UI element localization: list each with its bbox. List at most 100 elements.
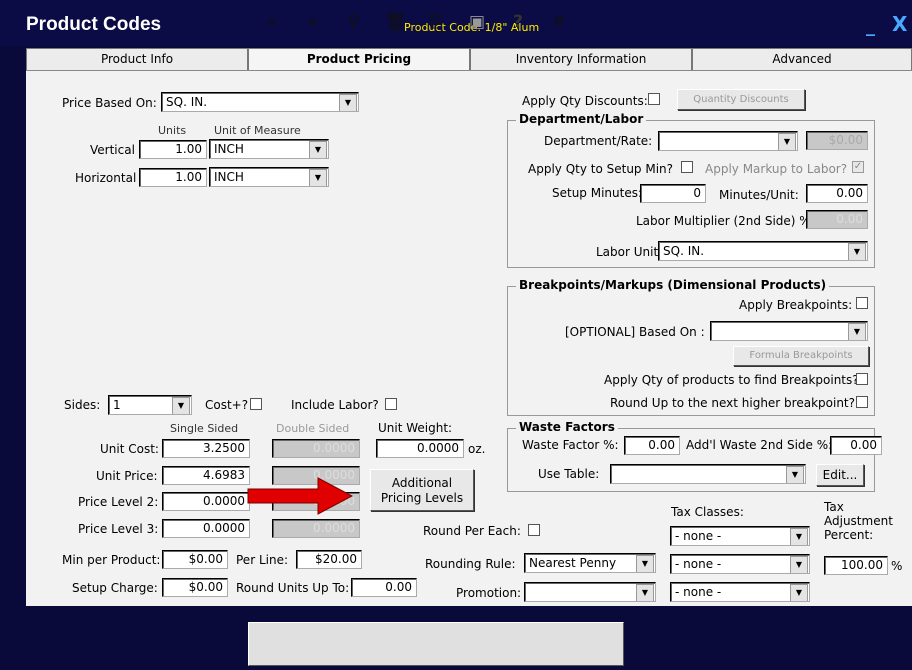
apply-markup-label: Apply Markup to Labor? <box>705 162 848 176</box>
round-up-breakpoint-checkbox[interactable] <box>856 396 868 408</box>
apply-qty-discounts-label: Apply Qty Discounts: <box>522 94 648 108</box>
setup-charge-input[interactable]: $0.00 <box>162 578 228 597</box>
close-x-icon[interactable]: ✕ <box>545 10 573 34</box>
department-rate-amount: $0.00 <box>806 131 868 150</box>
horizontal-uom-select[interactable]: INCH ▼ <box>209 167 329 187</box>
per-line-input[interactable]: $20.00 <box>296 550 362 569</box>
minutes-unit-input[interactable]: 0.00 <box>806 184 868 203</box>
min-per-product-label: Min per Product: <box>62 553 161 567</box>
tax-class-3-select[interactable]: - none - ▼ <box>670 582 810 602</box>
first-record-icon[interactable]: « <box>258 10 286 34</box>
promotion-select[interactable]: ▼ <box>524 582 656 602</box>
vertical-label: Vertical <box>90 143 135 157</box>
include-labor-checkbox[interactable] <box>385 398 397 410</box>
chevron-down-icon[interactable]: ▼ <box>339 94 357 111</box>
use-table-label: Use Table: <box>538 467 600 481</box>
single-sided-header: Single Sided <box>170 422 239 435</box>
promotion-label: Promotion: <box>456 586 522 600</box>
unit-cost-label: Unit Cost: <box>100 442 159 456</box>
setup-minutes-input[interactable]: 0 <box>640 184 706 203</box>
chevron-down-icon[interactable]: ▼ <box>790 528 808 545</box>
tax-adjustment-label: Tax Adjustment Percent: <box>824 500 893 542</box>
edit-waste-table-button[interactable]: Edit... <box>816 464 864 486</box>
tax-class-1-select[interactable]: - none - ▼ <box>670 526 810 546</box>
last-record-icon[interactable]: » <box>299 10 327 34</box>
chevron-down-icon[interactable]: ▼ <box>848 323 866 340</box>
cost-plus-checkbox[interactable] <box>250 398 262 410</box>
chevron-down-icon[interactable]: ▼ <box>848 243 866 260</box>
price-based-on-select[interactable]: SQ. IN. ▼ <box>161 92 359 112</box>
tax-adjustment-input[interactable]: 100.00 <box>824 556 888 575</box>
button-label-line1: Additional <box>391 476 453 490</box>
min-per-product-input[interactable]: $0.00 <box>162 550 228 569</box>
additional-pricing-levels-button[interactable]: Additional Pricing Levels <box>370 469 474 511</box>
help-question-icon[interactable]: ? <box>504 10 532 34</box>
sides-select[interactable]: 1 ▼ <box>108 395 192 415</box>
window-title: Product Codes <box>26 14 162 35</box>
vertical-uom-select[interactable]: INCH ▼ <box>209 139 329 159</box>
apply-qty-products-checkbox[interactable] <box>856 373 868 385</box>
department-rate-select[interactable]: ▼ <box>658 131 798 151</box>
chevron-down-icon[interactable]: ▼ <box>309 169 327 186</box>
minimize-button[interactable]: _ <box>866 16 875 37</box>
chevron-down-icon[interactable]: ▼ <box>636 584 654 601</box>
formula-breakpoints-button[interactable]: Formula Breakpoints <box>733 346 869 366</box>
chevron-down-icon[interactable]: ▼ <box>309 141 327 158</box>
tab-inventory-information[interactable]: Inventory Information <box>470 48 692 70</box>
unit-weight-input[interactable]: 0.0000 <box>376 439 464 458</box>
tab-advanced[interactable]: Advanced <box>692 48 912 70</box>
apply-breakpoints-checkbox[interactable] <box>856 297 868 309</box>
breakpoints-title: Breakpoints/Markups (Dimensional Product… <box>516 278 830 292</box>
price-level-3-input[interactable]: 0.0000 <box>162 519 250 538</box>
delete-trash-icon[interactable]: 🗑 <box>381 10 409 34</box>
quantity-discounts-button[interactable]: Quantity Discounts <box>677 89 805 110</box>
tax-adj-line1: Tax <box>824 500 844 514</box>
apply-markup-checkbox[interactable]: ✓ <box>852 161 864 173</box>
apply-breakpoints-label: Apply Breakpoints: <box>739 298 853 312</box>
price-based-on-label: Price Based On: <box>62 96 157 110</box>
use-table-select[interactable]: ▼ <box>610 464 806 484</box>
waste-factor-input[interactable]: 0.00 <box>624 436 680 455</box>
chevron-down-icon[interactable]: ▼ <box>786 466 804 483</box>
button-label-line2: Pricing Levels <box>380 491 464 505</box>
chevron-down-icon[interactable]: ▼ <box>778 133 796 150</box>
save-disk-icon[interactable]: ▣ <box>463 10 491 34</box>
per-line-label: Per Line: <box>236 553 288 567</box>
round-per-each-checkbox[interactable] <box>528 524 540 536</box>
chevron-down-icon[interactable]: ▼ <box>790 584 808 601</box>
rounding-rule-label: Rounding Rule: <box>425 557 516 571</box>
round-units-label: Round Units Up To: <box>236 581 350 595</box>
minutes-unit-label: Minutes/Unit: <box>719 188 799 202</box>
chevron-down-icon[interactable]: ▼ <box>790 556 808 573</box>
apply-qty-setup-checkbox[interactable] <box>681 161 693 173</box>
vertical-units-input[interactable]: 1.00 <box>139 140 207 159</box>
apply-qty-setup-label: Apply Qty to Setup Min? <box>528 162 674 176</box>
unit-cost-input[interactable]: 3.2500 <box>162 439 250 458</box>
labor-multiplier-label: Labor Multiplier (2nd Side) %: <box>636 214 815 228</box>
waste-factors-title: Waste Factors <box>516 420 618 434</box>
addl-waste-input[interactable]: 0.00 <box>830 436 882 455</box>
tax-class-2-select[interactable]: - none - ▼ <box>670 554 810 574</box>
price-level-2-input[interactable]: 0.0000 <box>162 492 250 511</box>
open-folder-icon[interactable]: ⎘ <box>422 10 450 34</box>
price-level-3-double-input: 0.0000 <box>272 519 360 538</box>
find-binoculars-icon[interactable]: ⚲ <box>340 10 368 34</box>
addl-waste-label: Add'l Waste 2nd Side %: <box>686 438 833 452</box>
unit-price-input[interactable]: 4.6983 <box>162 466 250 485</box>
sides-label: Sides: <box>64 398 101 412</box>
double-sided-header: Double Sided <box>276 422 350 435</box>
rounding-rule-select[interactable]: Nearest Penny ▼ <box>524 553 656 573</box>
include-labor-label: Include Labor? <box>291 398 379 412</box>
unit-price-label: Unit Price: <box>96 469 158 483</box>
chevron-down-icon[interactable]: ▼ <box>172 397 190 414</box>
round-units-input[interactable]: 0.00 <box>351 578 417 597</box>
apply-qty-discounts-checkbox[interactable] <box>648 93 660 105</box>
tab-product-pricing[interactable]: Product Pricing <box>248 48 470 70</box>
close-window-button[interactable]: X <box>892 12 907 36</box>
chevron-down-icon[interactable]: ▼ <box>636 555 654 572</box>
optional-based-on-select[interactable]: ▼ <box>710 321 868 341</box>
horizontal-units-input[interactable]: 1.00 <box>139 168 207 187</box>
labor-units-select[interactable]: SQ. IN. ▼ <box>658 241 868 261</box>
cost-plus-label: Cost+? <box>205 398 249 412</box>
tab-product-info[interactable]: Product Info <box>26 48 248 70</box>
